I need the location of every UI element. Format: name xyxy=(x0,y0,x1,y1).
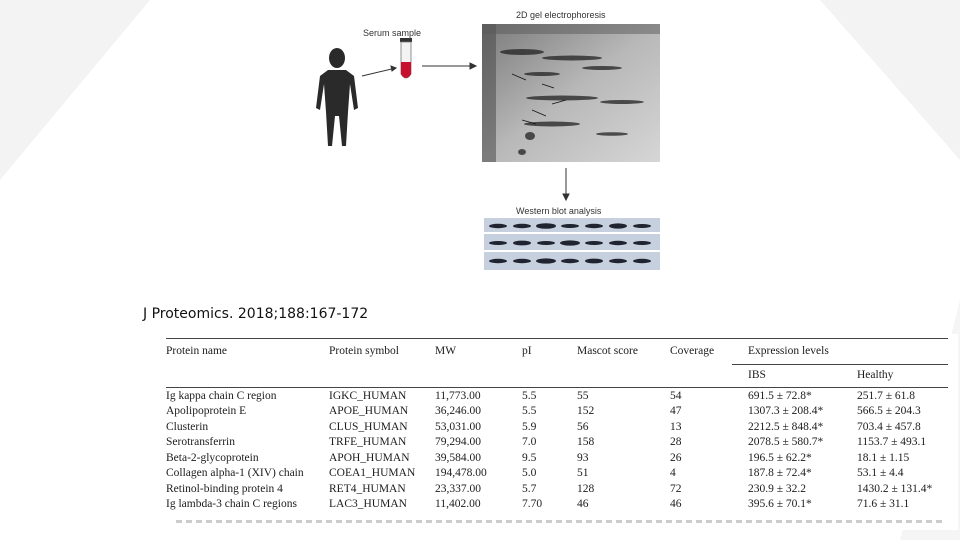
cell-healthy: 1153.7 ± 493.1 xyxy=(857,436,927,449)
gel-electrophoresis-image xyxy=(482,24,660,162)
cell-mascot-score: 93 xyxy=(577,451,589,464)
test-tube-icon xyxy=(400,38,412,79)
cell-ibs: 230.9 ± 32.2 xyxy=(748,482,807,495)
table-row: Ig lambda-3 chain C regions LAC3_HUMAN 11,… xyxy=(166,497,950,513)
table-footnote-trail xyxy=(176,520,946,523)
cell-coverage: 26 xyxy=(670,451,682,464)
cell-protein-symbol: TRFE_HUMAN xyxy=(329,436,407,449)
citation-text: J Proteomics. 2018;188:167-172 xyxy=(143,306,369,322)
cell-healthy: 53.1 ± 4.4 xyxy=(857,467,904,480)
cell-healthy: 703.4 ± 457.8 xyxy=(857,420,921,433)
cell-mw: 11,773.00 xyxy=(435,389,481,402)
cell-protein-name: Collagen alpha-1 (XIV) chain xyxy=(166,467,304,480)
cell-mw: 53,031.00 xyxy=(435,420,481,433)
table-row: Beta-2-glycoprotein APOH_HUMAN 39,584.00 9.… xyxy=(166,450,950,466)
cell-healthy: 251.7 ± 61.8 xyxy=(857,389,916,402)
human-silhouette-icon xyxy=(316,48,358,146)
cell-protein-name: Retinol-binding protein 4 xyxy=(166,482,283,495)
cell-protein-name: Ig kappa chain C region xyxy=(166,389,277,402)
cell-protein-name: Ig lambda-3 chain C regions xyxy=(166,498,297,511)
cell-protein-symbol: RET4_HUMAN xyxy=(329,482,406,495)
col-healthy: Healthy xyxy=(857,369,894,381)
cell-mw: 79,294.00 xyxy=(435,436,481,449)
cell-ibs: 691.5 ± 72.8* xyxy=(748,389,812,402)
serum-sample-label: Serum sample xyxy=(363,28,422,38)
protein-table-container: Protein name Protein symbol MW pI Mascot… xyxy=(140,334,958,530)
table-row: Serotransferrin TRFE_HUMAN 79,294.00 7.0 158… xyxy=(166,435,950,451)
cell-ibs: 196.5 ± 62.2* xyxy=(748,451,812,464)
cell-coverage: 13 xyxy=(670,420,682,433)
cell-mw: 23,337.00 xyxy=(435,482,481,495)
western-blot-label: Western blot analysis xyxy=(516,206,602,216)
cell-mw: 36,246.00 xyxy=(435,405,481,418)
col-mascot-score: Mascot score xyxy=(577,345,638,357)
col-protein-name: Protein name xyxy=(166,345,227,357)
cell-pi: 7.70 xyxy=(522,498,543,511)
arrow-to-gel-icon xyxy=(422,62,478,70)
cell-pi: 7.0 xyxy=(522,436,537,449)
cell-mw: 11,402.00 xyxy=(435,498,481,511)
table-row: Collagen alpha-1 (XIV) chain COEA1_HUMAN 1… xyxy=(166,466,950,482)
cell-mascot-score: 158 xyxy=(577,436,595,449)
cell-mascot-score: 46 xyxy=(577,498,589,511)
cell-protein-symbol: CLUS_HUMAN xyxy=(329,420,408,433)
cell-coverage: 28 xyxy=(670,436,682,449)
cell-pi: 9.5 xyxy=(522,451,537,464)
cell-ibs: 2212.5 ± 848.4* xyxy=(748,420,824,433)
cell-pi: 5.0 xyxy=(522,467,537,480)
col-ibs: IBS xyxy=(748,369,766,381)
col-expression-levels: Expression levels xyxy=(748,345,829,357)
table-row: Clusterin CLUS_HUMAN 53,031.00 5.9 56 13 2212.… xyxy=(166,419,950,435)
cell-protein-symbol: APOE_HUMAN xyxy=(329,405,409,418)
cell-ibs: 1307.3 ± 208.4* xyxy=(748,405,824,418)
western-blot-image xyxy=(484,218,660,270)
table-row: Retinol-binding protein 4 RET4_HUMAN 23,33… xyxy=(166,481,950,497)
cell-mw: 194,478.00 xyxy=(435,467,487,480)
cell-pi: 5.7 xyxy=(522,482,537,495)
cell-pi: 5.5 xyxy=(522,389,537,402)
protein-table: Protein name Protein symbol MW pI Mascot… xyxy=(166,338,950,512)
gel-electrophoresis-label: 2D gel electrophoresis xyxy=(516,10,606,20)
cell-protein-symbol: LAC3_HUMAN xyxy=(329,498,407,511)
cell-ibs: 187.8 ± 72.4* xyxy=(748,467,812,480)
cell-protein-symbol: COEA1_HUMAN xyxy=(329,467,416,480)
cell-coverage: 46 xyxy=(670,498,682,511)
cell-protein-name: Serotransferrin xyxy=(166,436,235,449)
cell-healthy: 18.1 ± 1.15 xyxy=(857,451,910,464)
cell-healthy: 566.5 ± 204.3 xyxy=(857,405,921,418)
arrow-to-tube-icon xyxy=(361,65,398,77)
cell-mascot-score: 128 xyxy=(577,482,595,495)
cell-mw: 39,584.00 xyxy=(435,451,481,464)
col-mw: MW xyxy=(435,345,457,357)
cell-ibs: 395.6 ± 70.1* xyxy=(748,498,812,511)
col-coverage: Coverage xyxy=(670,345,715,357)
table-row: Ig kappa chain C region IGKC_HUMAN 11,773.… xyxy=(166,386,950,404)
cell-pi: 5.5 xyxy=(522,405,537,418)
cell-ibs: 2078.5 ± 580.7* xyxy=(748,436,824,449)
cell-protein-symbol: APOH_HUMAN xyxy=(329,451,410,464)
cell-protein-name: Apolipoprotein E xyxy=(166,405,247,418)
cell-mascot-score: 56 xyxy=(577,420,589,433)
cell-protein-symbol: IGKC_HUMAN xyxy=(329,389,407,402)
cell-coverage: 47 xyxy=(670,405,682,418)
cell-mascot-score: 55 xyxy=(577,389,589,402)
cell-healthy: 71.6 ± 31.1 xyxy=(857,498,910,511)
col-protein-symbol: Protein symbol xyxy=(329,345,399,357)
cell-protein-name: Clusterin xyxy=(166,420,209,433)
arrow-down-icon xyxy=(562,168,570,202)
table-row: Apolipoprotein E APOE_HUMAN 36,246.00 5.5 15… xyxy=(166,404,950,420)
cell-mascot-score: 51 xyxy=(577,467,589,480)
cell-healthy: 1430.2 ± 131.4* xyxy=(857,482,933,495)
col-pi: pI xyxy=(522,345,532,357)
cell-coverage: 4 xyxy=(670,467,676,480)
cell-protein-name: Beta-2-glycoprotein xyxy=(166,451,259,464)
cell-mascot-score: 152 xyxy=(577,405,595,418)
cell-coverage: 54 xyxy=(670,389,682,402)
cell-coverage: 72 xyxy=(670,482,682,495)
cell-pi: 5.9 xyxy=(522,420,537,433)
